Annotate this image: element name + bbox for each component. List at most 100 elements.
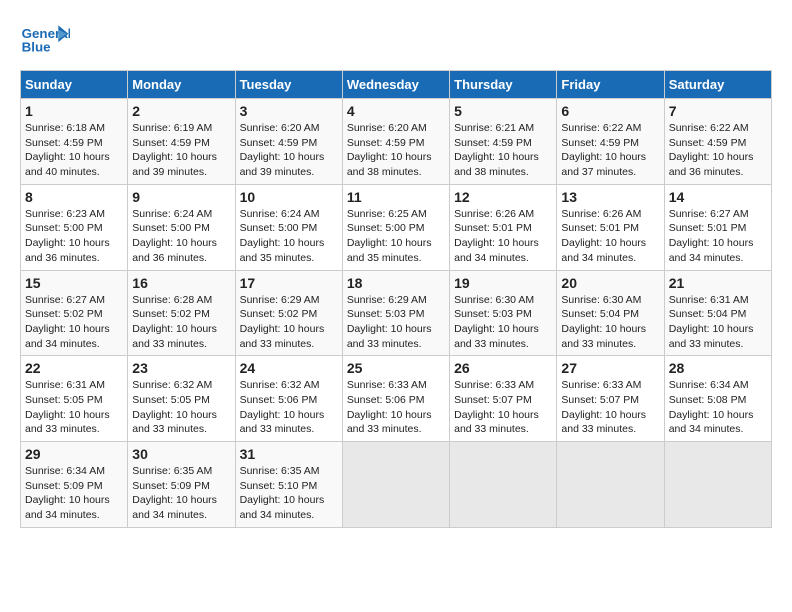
day-number: 25 (347, 360, 445, 376)
day-content: Sunrise: 6:33 AM Sunset: 5:07 PM Dayligh… (454, 378, 552, 437)
daylight-label: Daylight: 10 hours (561, 151, 646, 163)
day-number: 10 (240, 189, 338, 205)
day-number: 9 (132, 189, 230, 205)
day-cell: 10 Sunrise: 6:24 AM Sunset: 5:00 PM Dayl… (235, 184, 342, 270)
day-number: 18 (347, 275, 445, 291)
daylight-label: Daylight: 10 hours (240, 151, 325, 163)
day-cell: 8 Sunrise: 6:23 AM Sunset: 5:00 PM Dayli… (21, 184, 128, 270)
sunset-label: Sunset: 5:06 PM (347, 394, 425, 406)
day-content: Sunrise: 6:34 AM Sunset: 5:09 PM Dayligh… (25, 464, 123, 523)
sunrise-label: Sunrise: 6:18 AM (25, 122, 105, 134)
sunset-label: Sunset: 5:00 PM (240, 222, 318, 234)
sunset-label: Sunset: 4:59 PM (454, 137, 532, 149)
sunset-label: Sunset: 5:03 PM (347, 308, 425, 320)
day-cell: 3 Sunrise: 6:20 AM Sunset: 4:59 PM Dayli… (235, 99, 342, 185)
day-number: 23 (132, 360, 230, 376)
day-content: Sunrise: 6:27 AM Sunset: 5:02 PM Dayligh… (25, 293, 123, 352)
daylight-detail: and 34 minutes. (669, 423, 744, 435)
day-cell: 26 Sunrise: 6:33 AM Sunset: 5:07 PM Dayl… (450, 356, 557, 442)
daylight-label: Daylight: 10 hours (132, 494, 217, 506)
daylight-detail: and 36 minutes. (669, 166, 744, 178)
daylight-label: Daylight: 10 hours (240, 323, 325, 335)
day-content: Sunrise: 6:29 AM Sunset: 5:03 PM Dayligh… (347, 293, 445, 352)
week-row-3: 15 Sunrise: 6:27 AM Sunset: 5:02 PM Dayl… (21, 270, 772, 356)
sunset-label: Sunset: 4:59 PM (347, 137, 425, 149)
sunset-label: Sunset: 5:06 PM (240, 394, 318, 406)
sunset-label: Sunset: 5:10 PM (240, 480, 318, 492)
day-content: Sunrise: 6:26 AM Sunset: 5:01 PM Dayligh… (561, 207, 659, 266)
day-number: 5 (454, 103, 552, 119)
day-cell: 23 Sunrise: 6:32 AM Sunset: 5:05 PM Dayl… (128, 356, 235, 442)
header-wednesday: Wednesday (342, 71, 449, 99)
day-number: 20 (561, 275, 659, 291)
sunrise-label: Sunrise: 6:25 AM (347, 208, 427, 220)
sunset-label: Sunset: 4:59 PM (240, 137, 318, 149)
day-cell: 25 Sunrise: 6:33 AM Sunset: 5:06 PM Dayl… (342, 356, 449, 442)
sunset-label: Sunset: 5:08 PM (669, 394, 747, 406)
day-number: 21 (669, 275, 767, 291)
day-content: Sunrise: 6:34 AM Sunset: 5:08 PM Dayligh… (669, 378, 767, 437)
daylight-detail: and 40 minutes. (25, 166, 100, 178)
daylight-detail: and 33 minutes. (669, 338, 744, 350)
day-content: Sunrise: 6:35 AM Sunset: 5:09 PM Dayligh… (132, 464, 230, 523)
day-number: 4 (347, 103, 445, 119)
day-cell: 28 Sunrise: 6:34 AM Sunset: 5:08 PM Dayl… (664, 356, 771, 442)
daylight-detail: and 33 minutes. (347, 423, 422, 435)
day-number: 16 (132, 275, 230, 291)
sunrise-label: Sunrise: 6:30 AM (561, 294, 641, 306)
sunrise-label: Sunrise: 6:35 AM (132, 465, 212, 477)
sunset-label: Sunset: 5:01 PM (454, 222, 532, 234)
day-content: Sunrise: 6:19 AM Sunset: 4:59 PM Dayligh… (132, 121, 230, 180)
day-number: 19 (454, 275, 552, 291)
day-cell: 19 Sunrise: 6:30 AM Sunset: 5:03 PM Dayl… (450, 270, 557, 356)
day-cell: 7 Sunrise: 6:22 AM Sunset: 4:59 PM Dayli… (664, 99, 771, 185)
daylight-detail: and 39 minutes. (240, 166, 315, 178)
day-cell (557, 442, 664, 528)
page-header: General Blue (20, 20, 772, 60)
sunset-label: Sunset: 5:02 PM (132, 308, 210, 320)
day-cell: 15 Sunrise: 6:27 AM Sunset: 5:02 PM Dayl… (21, 270, 128, 356)
daylight-detail: and 34 minutes. (25, 509, 100, 521)
daylight-label: Daylight: 10 hours (561, 237, 646, 249)
day-content: Sunrise: 6:30 AM Sunset: 5:04 PM Dayligh… (561, 293, 659, 352)
day-content: Sunrise: 6:33 AM Sunset: 5:07 PM Dayligh… (561, 378, 659, 437)
day-number: 8 (25, 189, 123, 205)
day-number: 12 (454, 189, 552, 205)
day-cell: 30 Sunrise: 6:35 AM Sunset: 5:09 PM Dayl… (128, 442, 235, 528)
daylight-detail: and 35 minutes. (240, 252, 315, 264)
day-cell: 21 Sunrise: 6:31 AM Sunset: 5:04 PM Dayl… (664, 270, 771, 356)
daylight-detail: and 34 minutes. (132, 509, 207, 521)
day-number: 26 (454, 360, 552, 376)
day-cell: 1 Sunrise: 6:18 AM Sunset: 4:59 PM Dayli… (21, 99, 128, 185)
sunset-label: Sunset: 4:59 PM (25, 137, 103, 149)
daylight-label: Daylight: 10 hours (561, 323, 646, 335)
sunrise-label: Sunrise: 6:29 AM (347, 294, 427, 306)
day-cell: 9 Sunrise: 6:24 AM Sunset: 5:00 PM Dayli… (128, 184, 235, 270)
daylight-detail: and 33 minutes. (561, 423, 636, 435)
sunrise-label: Sunrise: 6:22 AM (669, 122, 749, 134)
day-cell: 22 Sunrise: 6:31 AM Sunset: 5:05 PM Dayl… (21, 356, 128, 442)
sunset-label: Sunset: 5:09 PM (132, 480, 210, 492)
sunrise-label: Sunrise: 6:32 AM (240, 379, 320, 391)
sunrise-label: Sunrise: 6:35 AM (240, 465, 320, 477)
day-number: 17 (240, 275, 338, 291)
day-number: 24 (240, 360, 338, 376)
week-row-5: 29 Sunrise: 6:34 AM Sunset: 5:09 PM Dayl… (21, 442, 772, 528)
daylight-label: Daylight: 10 hours (240, 409, 325, 421)
sunset-label: Sunset: 5:00 PM (132, 222, 210, 234)
daylight-label: Daylight: 10 hours (669, 323, 754, 335)
week-row-4: 22 Sunrise: 6:31 AM Sunset: 5:05 PM Dayl… (21, 356, 772, 442)
day-content: Sunrise: 6:31 AM Sunset: 5:04 PM Dayligh… (669, 293, 767, 352)
sunset-label: Sunset: 4:59 PM (132, 137, 210, 149)
daylight-label: Daylight: 10 hours (25, 494, 110, 506)
day-content: Sunrise: 6:25 AM Sunset: 5:00 PM Dayligh… (347, 207, 445, 266)
daylight-label: Daylight: 10 hours (669, 151, 754, 163)
day-number: 27 (561, 360, 659, 376)
daylight-label: Daylight: 10 hours (454, 323, 539, 335)
day-cell: 6 Sunrise: 6:22 AM Sunset: 4:59 PM Dayli… (557, 99, 664, 185)
day-number: 29 (25, 446, 123, 462)
day-content: Sunrise: 6:30 AM Sunset: 5:03 PM Dayligh… (454, 293, 552, 352)
daylight-detail: and 36 minutes. (25, 252, 100, 264)
sunrise-label: Sunrise: 6:28 AM (132, 294, 212, 306)
daylight-detail: and 33 minutes. (240, 423, 315, 435)
